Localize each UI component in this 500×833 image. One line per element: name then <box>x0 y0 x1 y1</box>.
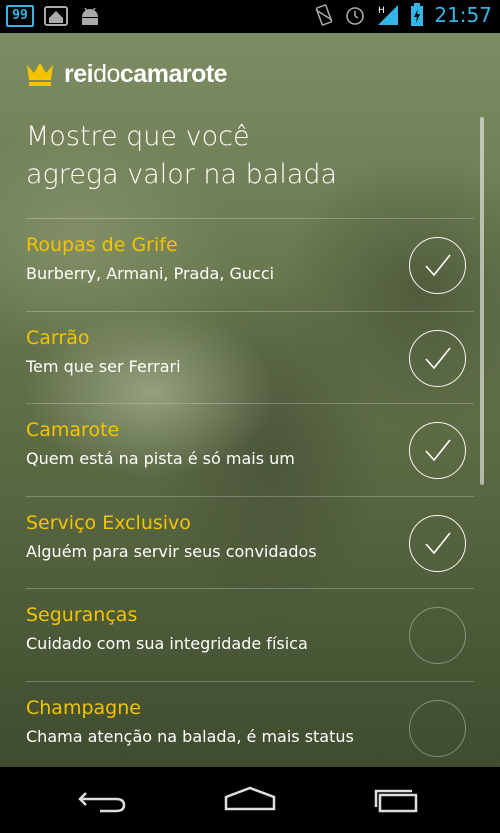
item-title: Roupas de Grife <box>26 234 178 256</box>
android-icon <box>82 7 98 25</box>
check-icon <box>425 254 451 277</box>
alarm-icon <box>346 7 365 25</box>
item-subtitle: Alguém para servir seus convidados <box>26 541 317 561</box>
check-toggle[interactable] <box>409 699 466 757</box>
check-icon <box>425 532 451 554</box>
vibrate-icon <box>315 4 333 26</box>
item-title: Camarote <box>26 419 120 441</box>
brand-do: do <box>93 59 120 88</box>
signal-icon: H <box>378 5 399 25</box>
brand-name: reidocamarote <box>64 59 228 89</box>
item-subtitle: Tem que ser Ferrari <box>26 356 181 376</box>
headline-line-2: agrega valor na balada <box>26 159 338 190</box>
check-toggle[interactable] <box>409 237 466 294</box>
recent-apps-icon[interactable] <box>366 785 426 815</box>
list-item-segurancas[interactable]: Seguranças Cuidado com sua integridade f… <box>26 588 474 681</box>
battery-icon <box>411 3 424 26</box>
app-screen: reidocamarote Mostre que você agrega val… <box>0 33 500 767</box>
list-item-servico-exclusivo[interactable]: Serviço Exclusivo Alguém para servir seu… <box>26 495 474 589</box>
brand-rei: rei <box>64 59 94 88</box>
item-title: Champagne <box>26 696 141 719</box>
brand-logo: reidocamarote <box>26 57 228 91</box>
svg-text:H: H <box>378 6 385 16</box>
item-title: Carrão <box>26 326 90 349</box>
status-bar: 99 H 21:57 <box>0 0 500 33</box>
item-title: Serviço Exclusivo <box>26 511 191 534</box>
check-toggle[interactable] <box>409 514 466 572</box>
headline-line-1: Mostre que você <box>26 121 250 152</box>
check-icon <box>425 439 451 462</box>
item-title: Seguranças <box>26 604 138 626</box>
check-icon <box>425 347 451 369</box>
item-subtitle: Cuidado com sua integridade física <box>26 634 308 653</box>
list-item-carrao[interactable]: Carrão Tem que ser Ferrari <box>26 310 474 404</box>
back-icon[interactable] <box>72 785 132 815</box>
page-title: Mostre que você agrega valor na balada <box>26 118 466 194</box>
navigation-bar <box>0 767 500 833</box>
item-subtitle: Quem está na pista é só mais um <box>26 449 295 468</box>
brand-camarote: camarote <box>119 59 228 88</box>
list-item-camarote[interactable]: Camarote Quem está na pista é só mais um <box>26 403 474 496</box>
check-toggle[interactable] <box>409 329 466 387</box>
options-list: Roupas de Grife Burberry, Armani, Prada,… <box>26 218 474 767</box>
scrollbar[interactable] <box>480 117 484 485</box>
check-toggle[interactable] <box>409 607 466 664</box>
home-icon[interactable] <box>220 785 280 815</box>
list-item-roupas-de-grife[interactable]: Roupas de Grife Burberry, Armani, Prada,… <box>26 218 474 311</box>
clock: 21:57 <box>434 3 492 27</box>
list-item-champagne[interactable]: Champagne Chama atenção na balada, é mai… <box>26 680 474 768</box>
notification-count-icon: 99 <box>6 5 34 27</box>
check-toggle[interactable] <box>409 422 466 479</box>
crown-icon <box>27 63 53 86</box>
item-subtitle: Chama atenção na balada, é mais status <box>26 726 354 746</box>
item-subtitle: Burberry, Armani, Prada, Gucci <box>26 264 275 283</box>
home-app-icon <box>44 6 68 26</box>
